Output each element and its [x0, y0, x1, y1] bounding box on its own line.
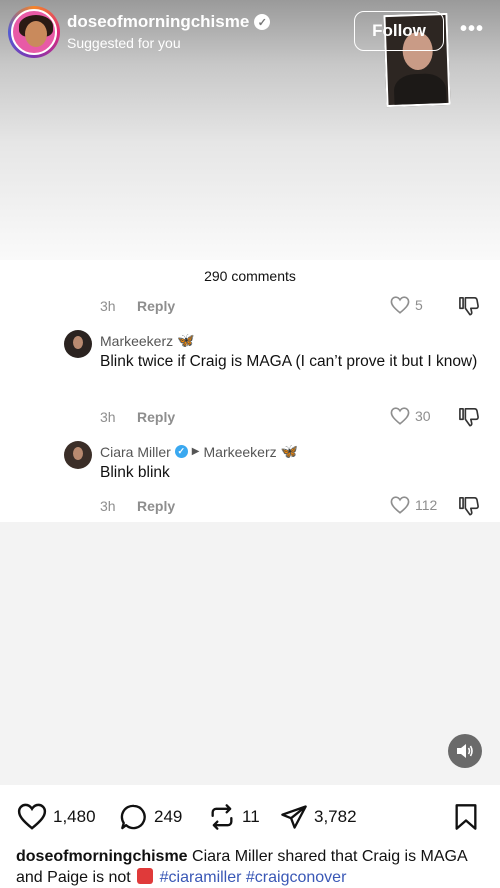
- comment-meta-row: 3h Reply 30: [100, 407, 490, 427]
- comment-meta-row: 3h Reply 112: [100, 496, 490, 516]
- reply-button[interactable]: Reply: [137, 498, 175, 514]
- repost-icon: [211, 804, 233, 830]
- account-avatar[interactable]: [8, 6, 60, 58]
- comment-time: 3h: [100, 409, 116, 425]
- butterfly-emoji: 🦋: [280, 443, 299, 459]
- butterfly-emoji: 🦋: [177, 332, 195, 348]
- verified-badge-icon: ✓: [174, 445, 188, 458]
- video-bottom-area: [0, 522, 500, 785]
- caption-hashtags[interactable]: #ciaramiller #craigconover: [160, 869, 347, 886]
- heart-icon: [390, 296, 410, 314]
- dislike-icon: [459, 297, 479, 316]
- reply-button[interactable]: Reply: [137, 409, 175, 425]
- video-player[interactable]: doseofmorningchisme ✓ Suggested for you …: [0, 0, 500, 785]
- more-options-icon[interactable]: •••: [458, 18, 486, 42]
- share-button[interactable]: 3,782: [280, 803, 357, 831]
- post-header: doseofmorningchisme ✓ Suggested for you …: [0, 0, 500, 64]
- comment-like-button[interactable]: 30: [390, 407, 431, 425]
- suggested-label: Suggested for you: [67, 35, 181, 51]
- share-count: 3,782: [314, 807, 357, 826]
- like-count: 1,480: [53, 806, 96, 826]
- heart-icon: [17, 803, 47, 830]
- comment-button[interactable]: 249: [120, 803, 182, 831]
- comments-count[interactable]: 290 comments: [0, 268, 500, 284]
- follow-button[interactable]: Follow: [354, 11, 444, 51]
- heart-icon: [390, 496, 410, 514]
- comment-meta-row: 3h Reply 5: [100, 296, 490, 316]
- comment-text: Blink twice if Craig is MAGA (I can’t pr…: [100, 353, 478, 370]
- account-name[interactable]: doseofmorningchisme: [67, 12, 249, 32]
- save-button[interactable]: [454, 803, 478, 836]
- post-caption: doseofmorningchisme Ciara Miller shared …: [16, 846, 486, 888]
- account-name-row[interactable]: doseofmorningchisme ✓: [67, 12, 271, 32]
- commenter-avatar[interactable]: [64, 330, 92, 358]
- avatar-face: [73, 336, 83, 349]
- commenter-avatar[interactable]: [64, 441, 92, 469]
- avatar-face: [73, 447, 83, 460]
- comment-author[interactable]: Ciara Miller: [100, 444, 171, 460]
- sticker-body: [393, 73, 447, 108]
- siren-emoji-icon: [137, 868, 154, 884]
- like-button[interactable]: 1,480: [17, 803, 96, 830]
- post-action-bar: 1,480 249 11 3,782: [0, 797, 500, 837]
- repost-count: 11: [242, 807, 260, 826]
- comment-like-button[interactable]: 5: [390, 296, 423, 314]
- comment-time: 3h: [100, 298, 116, 314]
- bookmark-icon: [455, 804, 477, 830]
- sound-toggle-button[interactable]: [448, 734, 482, 768]
- comment-author-row[interactable]: Ciara Miller ✓ ▶ Markeekerz 🦋: [100, 443, 298, 460]
- reply-button[interactable]: Reply: [137, 298, 175, 314]
- comment-icon: [120, 804, 146, 830]
- comment-author[interactable]: Markeekerz: [100, 333, 173, 349]
- reply-arrow-icon: ▶: [191, 446, 200, 457]
- repost-button[interactable]: 11: [208, 803, 260, 831]
- dislike-button[interactable]: [458, 407, 480, 430]
- verified-badge-icon: ✓: [254, 14, 271, 30]
- heart-icon: [390, 407, 410, 425]
- avatar-image: [11, 9, 57, 55]
- dislike-button[interactable]: [458, 296, 480, 319]
- dislike-icon: [459, 497, 479, 516]
- caption-username[interactable]: doseofmorningchisme: [16, 848, 188, 865]
- avatar-face: [25, 21, 47, 47]
- speaker-icon: [457, 744, 473, 758]
- comment-like-count: 5: [415, 297, 423, 313]
- comment-like-count: 30: [415, 408, 431, 424]
- comment-count: 249: [154, 807, 183, 826]
- comment-text: Blink blink: [100, 464, 170, 481]
- comment-like-button[interactable]: 112: [390, 496, 437, 514]
- comment-author-row[interactable]: Markeekerz 🦋: [100, 332, 195, 349]
- comment-like-count: 112: [415, 497, 438, 513]
- comments-panel: 290 comments 3h Reply 5 Markeekerz 🦋 Bli…: [0, 260, 500, 522]
- dislike-icon: [459, 408, 479, 427]
- comment-time: 3h: [100, 498, 116, 514]
- send-icon: [281, 805, 307, 829]
- dislike-button[interactable]: [458, 496, 480, 519]
- reply-to-author[interactable]: Markeekerz: [204, 444, 277, 460]
